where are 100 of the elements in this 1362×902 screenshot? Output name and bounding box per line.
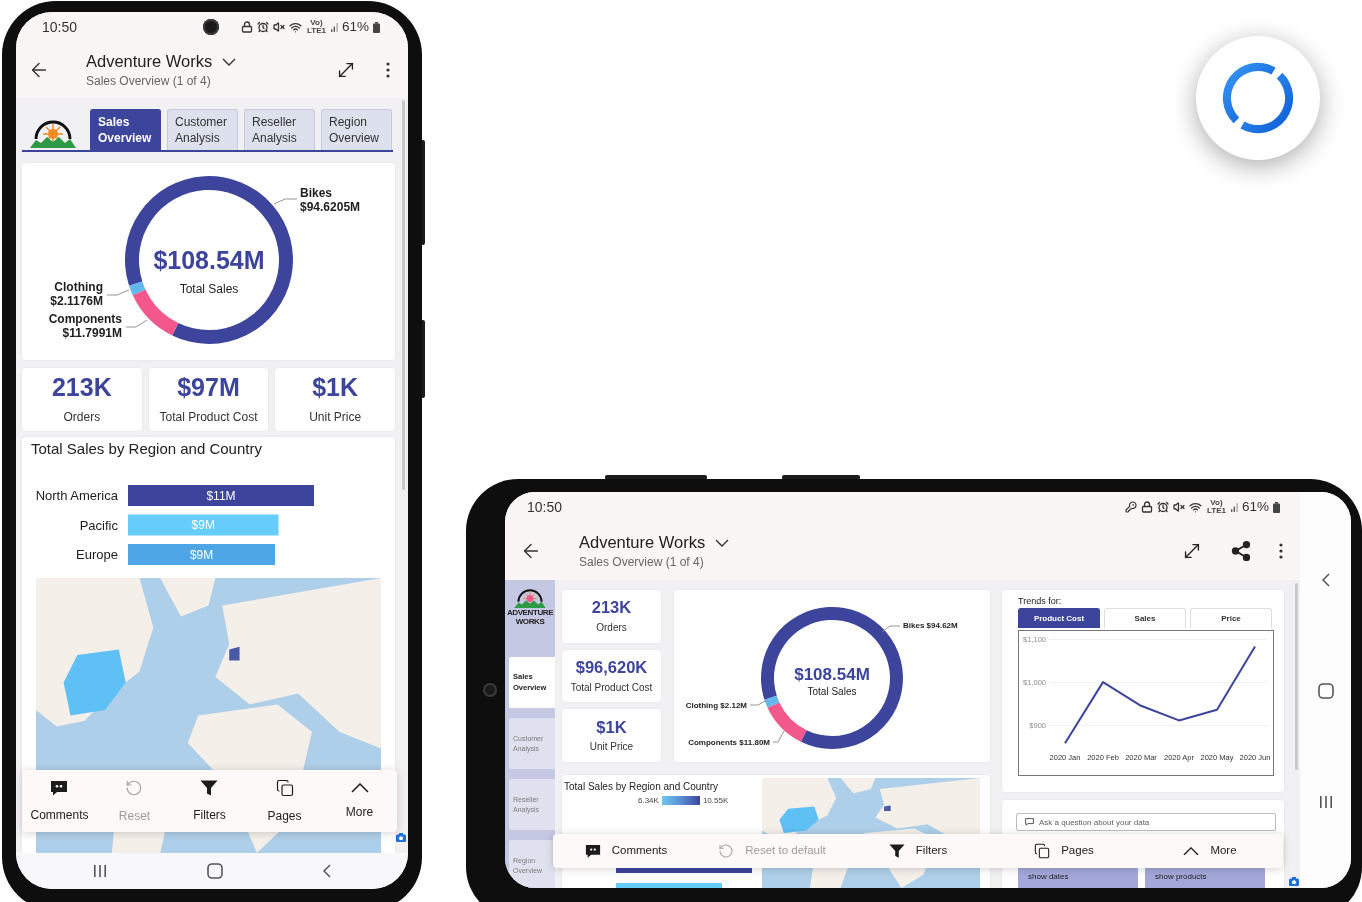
camera-icon[interactable] [1289, 877, 1299, 886]
slice-label: Clothing [685, 701, 719, 710]
leader-line [125, 319, 148, 328]
leader-line [273, 198, 298, 205]
kpi-label: Orders [596, 621, 627, 634]
total-label: Total Sales [179, 282, 239, 296]
more-options-icon[interactable] [386, 62, 390, 78]
kpi-value: $96,620K [575, 659, 648, 676]
quick-question-button[interactable]: show products [1145, 868, 1265, 888]
leader-line [106, 289, 130, 296]
more-button[interactable]: More [1179, 841, 1241, 861]
kpi-value: $1K [312, 374, 359, 400]
scrollbar[interactable] [1295, 583, 1298, 770]
comments-button[interactable]: Comments [26, 776, 93, 826]
slice-value: $2.1176M [50, 294, 103, 308]
comments-button[interactable]: Comments [580, 840, 672, 862]
reset-icon [125, 778, 144, 797]
key-icon [1124, 501, 1137, 513]
slice-label: Clothing [54, 280, 103, 294]
scrollbar[interactable] [402, 100, 405, 490]
measure-tab[interactable]: Product Cost [1018, 608, 1100, 628]
slice-value: $11.80M [739, 738, 770, 747]
total-label: Total Sales [807, 686, 857, 697]
mute-icon [1172, 501, 1185, 513]
legend-max: 10.55K [702, 796, 729, 805]
kpi-value: $1K [596, 718, 627, 736]
category-label: Pacific [79, 517, 118, 533]
measure-tab[interactable]: Price [1190, 608, 1272, 628]
signal-icon [1230, 502, 1238, 512]
kpi-label: Unit Price [589, 741, 634, 753]
signal-icon [330, 22, 338, 32]
value-label: $9M [189, 547, 214, 562]
comment-icon [584, 843, 601, 859]
category-label: Europe [76, 547, 118, 562]
total-value: $108.54M [794, 665, 870, 684]
ring-logo-icon [1196, 36, 1320, 160]
status-time: 10:50 [527, 499, 563, 515]
logo-text: ADVENTURE WORKS [505, 609, 555, 626]
filters-button[interactable]: Filters [189, 776, 230, 826]
chart-title: Total Sales by Region and Country [564, 781, 719, 792]
recents-icon[interactable] [93, 864, 107, 878]
filter-icon [888, 843, 905, 859]
more-button[interactable]: More [341, 779, 378, 823]
battery-icon [373, 21, 380, 33]
pages-button[interactable]: Pages [1030, 840, 1098, 862]
recents-icon[interactable] [1318, 795, 1333, 809]
slice-label: Components [688, 738, 738, 747]
filters-button[interactable]: Filters [884, 840, 952, 862]
network-label: Vo) LTE1 [306, 19, 327, 35]
alarm-icon [1156, 501, 1169, 513]
network-label: Vo) LTE1 [1206, 499, 1227, 515]
comment-outline-icon [1025, 818, 1034, 826]
page-tab[interactable]: Reseller Analysis [244, 109, 315, 150]
report-title[interactable]: Adventure Works [86, 52, 213, 71]
leader-line [749, 699, 768, 706]
kpi-value: 213K [591, 599, 632, 616]
chevron-up-icon [350, 782, 369, 793]
kpi-label: Orders [63, 410, 101, 425]
chevron-down-icon[interactable] [715, 538, 730, 547]
kpi-label: Total Product Cost [570, 681, 653, 693]
nav-back-icon[interactable] [1321, 573, 1330, 587]
trends-title: Trends for: [1018, 596, 1063, 607]
filter-icon [200, 779, 219, 796]
page-tab[interactable]: Customer Analysis [167, 109, 238, 150]
category-label: North America [35, 488, 118, 503]
slice-value: $11.7991M [62, 326, 122, 340]
kpi-label: Unit Price [309, 410, 362, 425]
status-time: 10:50 [42, 19, 78, 35]
kpi-value: 213K [51, 374, 112, 400]
slice-value: $2.12M [720, 701, 747, 710]
report-title[interactable]: Adventure Works [579, 533, 706, 552]
wifi-icon [1188, 500, 1202, 514]
alarm-icon [256, 21, 269, 33]
camera-icon[interactable] [396, 833, 406, 842]
value-label: $9M [191, 518, 215, 532]
home-icon[interactable] [1317, 683, 1334, 699]
comment-icon [50, 779, 69, 796]
page-subtitle: Sales Overview (1 of 4) [86, 74, 212, 88]
page-tab[interactable]: Sales Overview [90, 109, 161, 150]
question-field[interactable]: Ask a question about your data [1016, 813, 1276, 831]
home-icon[interactable] [207, 863, 223, 879]
mute-icon [272, 21, 285, 33]
page-tab[interactable]: Region Overview [321, 109, 392, 150]
legend-min: 6.34K [638, 796, 659, 805]
measure-tab[interactable]: Sales [1104, 608, 1186, 628]
kpi-value: $97M [177, 374, 240, 400]
chevron-down-icon[interactable] [222, 57, 237, 66]
share-icon[interactable] [1230, 540, 1252, 562]
slice-value: $94.6205M [300, 200, 361, 214]
quick-question-button[interactable]: show dates [1018, 868, 1138, 888]
battery-level: 61% [341, 19, 369, 35]
nav-back-icon[interactable] [323, 864, 331, 878]
more-options-icon[interactable] [1279, 543, 1283, 559]
battery-level: 61% [1241, 499, 1269, 515]
slice-value: $94.62M [926, 621, 958, 630]
pages-button[interactable]: Pages [263, 775, 306, 827]
legend-gradient [661, 796, 700, 805]
lock-icon [1140, 501, 1153, 513]
page-subtitle: Sales Overview (1 of 4) [579, 555, 705, 569]
battery-icon [1273, 501, 1280, 513]
